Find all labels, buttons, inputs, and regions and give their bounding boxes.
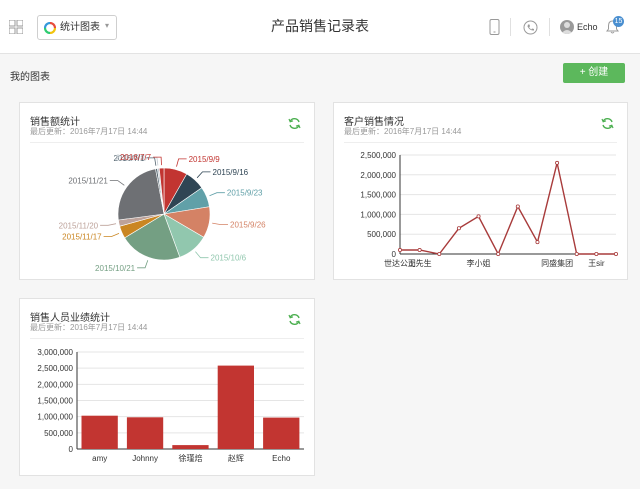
pie-label: 2015/9/26 — [230, 221, 266, 230]
pie-label: 2015/11/20 — [59, 221, 99, 230]
bar — [263, 417, 300, 449]
divider — [510, 18, 511, 36]
pie-label: 2015/11/21 — [68, 177, 108, 186]
phone-call-icon[interactable] — [523, 20, 538, 35]
pie-label: 2015/9/16 — [213, 168, 249, 177]
line-point — [613, 251, 618, 256]
pie-label: 2015/10/21 — [95, 264, 136, 273]
y-tick-label: 2,000,000 — [37, 380, 73, 389]
line-point — [515, 204, 520, 209]
section-title: 我的图表 — [10, 72, 50, 83]
x-tick-label: amy — [92, 454, 107, 463]
y-tick-label: 0 — [392, 250, 397, 259]
line-point — [574, 251, 579, 256]
pie-label: 2015/9/9 — [189, 155, 221, 164]
y-tick-label: 1,500,000 — [37, 397, 73, 406]
y-tick-label: 2,500,000 — [360, 151, 396, 160]
chart-card-sales: 销售额统计 最后更新：2016年7月17日 14:44 2015/9/9 2015… — [19, 102, 315, 280]
pie-label-line — [209, 192, 225, 197]
x-tick-label: 王sir — [588, 259, 605, 268]
y-tick-label: 500,000 — [44, 429, 73, 438]
grid-icon[interactable] — [9, 20, 23, 34]
phone-icon[interactable] — [489, 19, 500, 35]
x-tick-label: Johnny — [132, 454, 158, 463]
chart-type-selector[interactable]: 统计图表 ▾ — [37, 15, 117, 40]
pie-label-line — [137, 260, 149, 269]
pie-label-line — [103, 233, 120, 237]
divider — [549, 18, 550, 36]
avatar[interactable] — [560, 20, 574, 34]
pie-label-line — [196, 171, 211, 179]
line-point — [535, 240, 540, 245]
line-series — [400, 162, 616, 256]
y-tick-label: 2,500,000 — [37, 364, 73, 373]
x-tick-label: 李小姐 — [467, 258, 491, 268]
pie-label: 2015/10/6 — [211, 254, 247, 263]
line-point — [476, 214, 481, 219]
ring-icon — [44, 22, 56, 34]
x-tick-label: 徐瑾焙 — [179, 453, 203, 463]
chart-card-customers: 客户销售情况 最后更新：2016年7月17日 14:44 0 500,000 1,0… — [333, 102, 628, 280]
line-point — [594, 251, 599, 256]
line-point — [417, 248, 422, 253]
bar — [172, 445, 209, 449]
line-point — [398, 248, 403, 253]
y-tick-label: 1,500,000 — [360, 191, 396, 200]
bar — [81, 415, 118, 449]
y-tick-label: 0 — [69, 445, 74, 454]
x-tick-label: 王先生 — [408, 258, 432, 268]
pie-label-line — [176, 158, 187, 167]
notification-badge: 15 — [613, 16, 624, 27]
y-tick-label: 500,000 — [367, 230, 396, 239]
pie-label-line — [109, 180, 125, 186]
line-point — [496, 251, 501, 256]
x-tick-label: 同盛集团 — [541, 258, 573, 268]
y-tick-label: 2,000,000 — [360, 171, 396, 180]
line-point — [437, 251, 442, 256]
chart-card-salespeople: 销售人员业绩统计 最后更新：2016年7月17日 14:44 0 500,000 1… — [19, 298, 315, 476]
top-bar: 统计图表 ▾ 产品销售记录表 Echo 15 — [0, 0, 640, 54]
bar — [126, 417, 164, 449]
pie-chart: 2015/9/9 2015/9/16 2015/9/23 2015/9/26 2015/… — [59, 153, 266, 273]
x-tick-label: 赵辉 — [228, 453, 244, 463]
bar-chart: 0 500,000 1,000,000 1,500,000 2,000,000 2,500… — [37, 348, 304, 463]
y-tick-label: 1,000,000 — [37, 413, 73, 422]
pie-label: 2016/7/7 — [120, 153, 152, 162]
pie-label-line — [100, 223, 117, 226]
pie-label: 2015/11/17 — [62, 233, 102, 242]
bar — [217, 365, 254, 449]
chart-type-label: 统计图表 — [60, 22, 100, 33]
pie-label-line — [212, 222, 228, 225]
chevron-down-icon: ▾ — [105, 21, 110, 30]
line-point — [555, 160, 560, 165]
x-tick-label: Echo — [272, 454, 291, 463]
pie-label: 2015/9/23 — [227, 189, 263, 198]
line-chart: 0 500,000 1,000,000 1,500,000 2,000,000 2,500… — [360, 151, 618, 268]
y-tick-label: 3,000,000 — [37, 348, 73, 357]
pie-label-line — [195, 251, 209, 259]
page-title: 产品销售记录表 — [271, 18, 369, 34]
y-tick-label: 1,000,000 — [360, 210, 396, 219]
create-button[interactable]: + 创建 — [563, 63, 625, 83]
line-point — [456, 226, 461, 231]
username[interactable]: Echo — [577, 22, 598, 32]
